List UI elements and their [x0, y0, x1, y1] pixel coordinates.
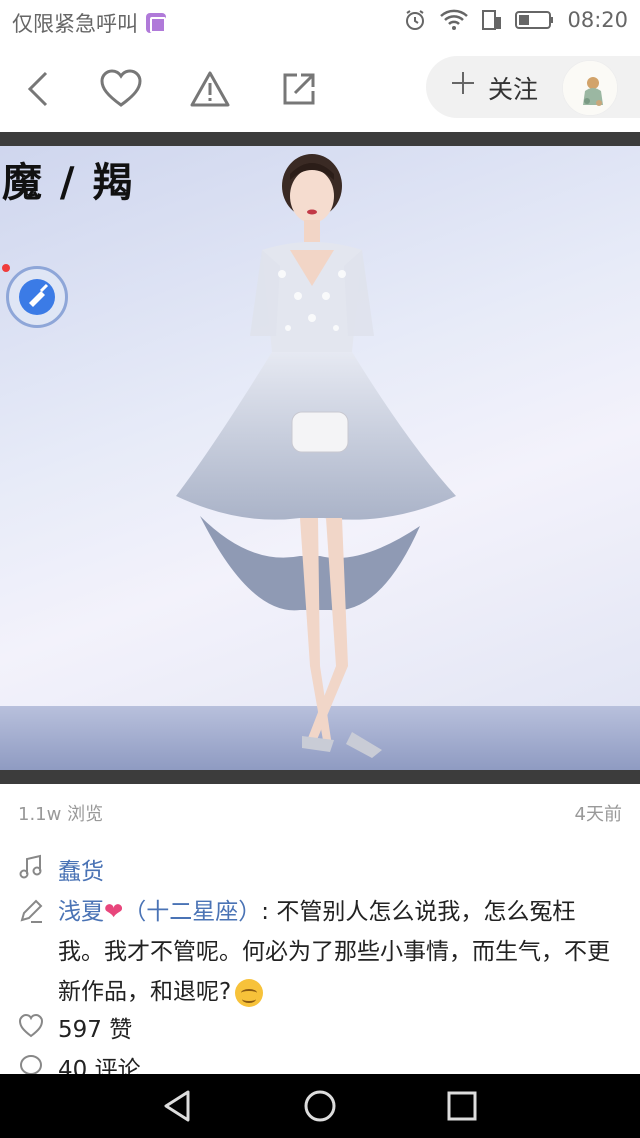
back-button[interactable]	[16, 68, 58, 110]
post-time: 4天前	[574, 804, 622, 825]
post-photo-frame: 魔 / 羯	[0, 132, 640, 784]
share-button[interactable]	[278, 68, 320, 110]
heart-icon	[100, 69, 142, 107]
system-nav-bar	[0, 1074, 640, 1138]
top-nav-bar: 关注	[0, 44, 640, 132]
like-button[interactable]	[98, 68, 144, 110]
pen-icon	[20, 899, 43, 923]
plus-icon	[452, 72, 474, 94]
broom-icon	[19, 279, 55, 315]
nav-back-icon[interactable]	[160, 1088, 196, 1124]
wifi-icon	[440, 9, 469, 30]
status-bar: 仅限紧急呼叫 08:20	[0, 0, 640, 44]
dress-illustration	[0, 154, 640, 770]
battery-icon	[515, 11, 554, 29]
view-count: 1.1w 浏览	[18, 804, 104, 825]
smirk-emoji-icon	[235, 978, 264, 1007]
sim-icon	[482, 10, 502, 30]
like-count: 597 赞	[58, 1017, 133, 1043]
comment-author[interactable]: 浅夏	[58, 899, 104, 925]
heart-emoji: ❤	[104, 899, 124, 925]
notification-dot	[2, 264, 10, 272]
status-time: 08:20	[567, 8, 628, 32]
music-title[interactable]: 蠢货	[58, 852, 104, 886]
follow-label: 关注	[488, 75, 539, 104]
share-icon	[283, 73, 315, 105]
nav-recents-icon[interactable]	[444, 1088, 480, 1124]
photo-caption: 魔 / 羯	[2, 159, 135, 206]
back-icon	[27, 71, 48, 107]
report-button[interactable]	[188, 68, 232, 110]
app-badge-icon	[146, 13, 166, 33]
post-photo[interactable]: 魔 / 羯	[0, 146, 640, 770]
heart-outline-icon	[18, 1013, 44, 1038]
post-meta: 1.1w 浏览 4天前	[18, 800, 622, 828]
music-note-icon	[19, 854, 42, 879]
comment-separator: :	[261, 899, 270, 925]
warning-icon	[190, 71, 230, 107]
floating-clean-button[interactable]	[6, 266, 68, 328]
author-tag[interactable]: （十二星座）	[123, 899, 261, 925]
avatar[interactable]	[562, 60, 618, 116]
nav-home-icon[interactable]	[302, 1088, 338, 1124]
follow-button[interactable]: 关注	[426, 56, 640, 118]
alarm-icon	[406, 10, 425, 30]
comment-body: 浅夏❤（十二星座）: 不管别人怎么说我，怎么冤枉我。我才不管呢。何必为了那些小事…	[58, 892, 618, 1012]
status-text: 仅限紧急呼叫	[12, 12, 138, 36]
avatar-image	[563, 61, 617, 115]
